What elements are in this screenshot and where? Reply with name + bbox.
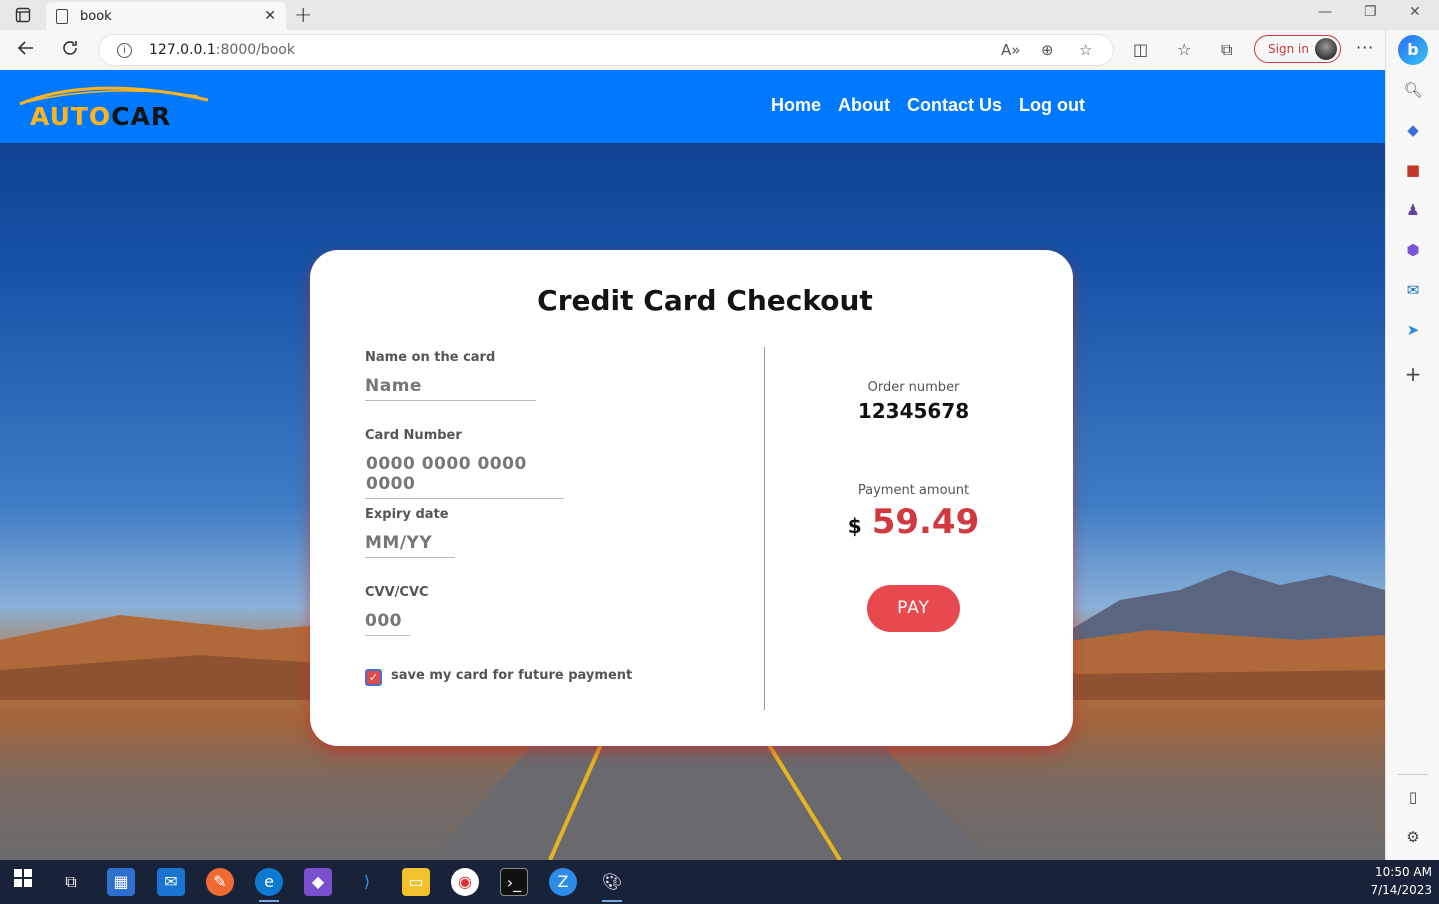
- save-card-checkbox[interactable]: ✓: [365, 669, 382, 686]
- name-field[interactable]: Name: [365, 376, 536, 401]
- site-navbar: AUTOCAR Home About Contact Us Log out: [0, 70, 1385, 143]
- name-label: Name on the card: [365, 350, 496, 365]
- file-explorer-icon[interactable]: ▭: [402, 868, 430, 896]
- tab-actions-button[interactable]: [8, 5, 38, 25]
- order-number-label: Order number: [867, 380, 960, 395]
- settings-gear-icon[interactable]: ⚙: [1403, 827, 1423, 847]
- checkout-card: Credit Card Checkout Name on the card Na…: [310, 250, 1073, 746]
- zoom-icon[interactable]: ⊕: [1041, 41, 1054, 59]
- card-number-field[interactable]: 0000 0000 0000 0000: [365, 454, 564, 499]
- nav-link-contact[interactable]: Contact Us: [907, 95, 1002, 116]
- favorite-star-icon[interactable]: ☆: [1079, 41, 1092, 59]
- read-aloud-icon[interactable]: A»: [1001, 41, 1020, 59]
- autocar-logo[interactable]: AUTOCAR: [18, 82, 213, 132]
- tab-actions-icon: [15, 7, 31, 23]
- nav-link-about[interactable]: About: [838, 95, 890, 116]
- page-title: Credit Card Checkout: [537, 284, 873, 317]
- back-arrow-icon: [17, 41, 33, 55]
- collections-icon[interactable]: ⧉: [1221, 40, 1232, 60]
- nav-link-home[interactable]: Home: [771, 95, 821, 116]
- save-card-label[interactable]: save my card for future payment: [391, 668, 632, 683]
- pay-button[interactable]: PAY: [867, 585, 960, 632]
- git-kraken-icon[interactable]: ◆: [304, 868, 332, 896]
- expiry-field[interactable]: MM/YY: [365, 533, 455, 558]
- browser-toolbar: i 127.0.0.1:8000/book A» ⊕ ☆ ◫ ☆ ⧉ Sign …: [0, 30, 1439, 70]
- column-divider: [764, 347, 765, 710]
- terminal-icon[interactable]: ›_: [500, 868, 528, 896]
- close-window-button[interactable]: ✕: [1409, 4, 1421, 20]
- clock-date: 7/14/2023: [1370, 883, 1432, 897]
- refresh-icon: [63, 41, 77, 55]
- send-icon[interactable]: ➤: [1403, 320, 1423, 340]
- outlook-icon[interactable]: ✉: [1403, 280, 1423, 300]
- nav-link-logout[interactable]: Log out: [1019, 95, 1085, 116]
- order-summary: Order number 12345678 Payment amount $ 5…: [780, 380, 1047, 542]
- system-clock[interactable]: 10:50 AM 7/14/2023: [1370, 863, 1432, 899]
- order-number-value: 12345678: [857, 399, 970, 423]
- zoom-app-icon[interactable]: Z: [549, 868, 577, 896]
- avatar: [1315, 38, 1337, 60]
- browser-tab[interactable]: book ✕: [46, 2, 286, 30]
- page-icon: [56, 8, 68, 24]
- task-view-icon[interactable]: ⧉: [57, 868, 85, 896]
- nav-links: Home About Contact Us Log out: [771, 95, 1085, 116]
- restore-button[interactable]: ❐: [1364, 4, 1377, 20]
- windows-logo-icon: [14, 869, 32, 887]
- bing-icon[interactable]: b: [1398, 35, 1428, 65]
- cvv-field[interactable]: 000: [365, 611, 410, 636]
- games-icon[interactable]: ♟: [1403, 200, 1423, 220]
- clock-time: 10:50 AM: [1375, 865, 1432, 879]
- url-text[interactable]: 127.0.0.1:8000/book: [149, 42, 295, 58]
- sign-in-label: Sign in: [1268, 42, 1309, 56]
- logo-text: AUTOCAR: [30, 102, 172, 131]
- mail-icon[interactable]: ✉: [157, 868, 185, 896]
- back-button[interactable]: [16, 38, 36, 63]
- payment-amount-label: Payment amount: [857, 483, 970, 498]
- currency-symbol: $: [847, 514, 862, 538]
- sign-in-button[interactable]: Sign in: [1254, 35, 1341, 63]
- add-icon[interactable]: +: [1403, 364, 1423, 384]
- shopping-tag-icon[interactable]: ◆: [1403, 120, 1423, 140]
- edge-icon[interactable]: e: [255, 868, 283, 902]
- cvv-label: CVV/CVC: [365, 585, 429, 600]
- postman-icon[interactable]: ✎: [206, 868, 234, 896]
- split-screen-icon[interactable]: ◫: [1133, 40, 1148, 59]
- page-viewport: AUTOCAR Home About Contact Us Log out Cr…: [0, 70, 1385, 860]
- address-bar[interactable]: i 127.0.0.1:8000/book A» ⊕ ☆: [98, 34, 1114, 66]
- minimize-button[interactable]: —: [1318, 4, 1332, 20]
- payment-amount: $ 59.49: [780, 502, 1047, 542]
- payment-amount-value: 59.49: [871, 502, 980, 542]
- card-number-label: Card Number: [365, 428, 462, 443]
- tab-strip: book ✕ + — ❐ ✕: [0, 0, 1439, 30]
- site-info-icon[interactable]: i: [117, 43, 132, 58]
- vscode-icon[interactable]: ⟩: [353, 868, 381, 896]
- start-windows-icon[interactable]: [9, 868, 37, 896]
- refresh-button[interactable]: [60, 38, 80, 63]
- windows-taskbar: ⧉ ▦ ✉ ✎ e ◆ ⟩ ▭ ◉ ›_ Z 🎨︎ 10:50 AM 7/14/…: [0, 860, 1439, 904]
- chrome-icon[interactable]: ◉: [451, 868, 479, 896]
- new-tab-button[interactable]: +: [294, 3, 312, 28]
- office-icon[interactable]: ⬢: [1403, 240, 1423, 260]
- paint-icon[interactable]: 🎨︎: [598, 868, 626, 902]
- more-options-icon[interactable]: ···: [1356, 38, 1374, 57]
- tab-close-icon[interactable]: ✕: [264, 8, 276, 24]
- store-icon[interactable]: ▦: [107, 868, 135, 896]
- edge-sidebar: b 🔍︎ ◆ ■ ♟ ⬢ ✉ ➤ + ▯ ⚙: [1385, 30, 1439, 860]
- expiry-label: Expiry date: [365, 507, 449, 522]
- sidebar-panel-icon[interactable]: ▯: [1403, 787, 1423, 807]
- sidebar-divider: [1398, 774, 1428, 775]
- search-icon[interactable]: 🔍︎: [1403, 80, 1423, 100]
- tools-icon[interactable]: ■: [1403, 160, 1423, 180]
- favorites-icon[interactable]: ☆: [1177, 40, 1191, 59]
- tab-title: book: [80, 8, 112, 24]
